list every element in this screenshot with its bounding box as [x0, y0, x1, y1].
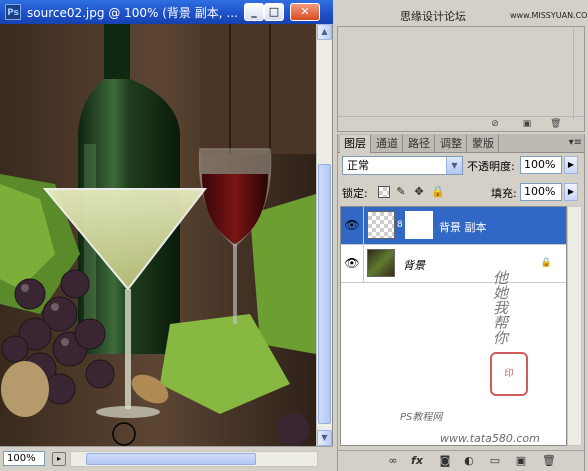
vertical-scroll-thumb[interactable]	[318, 164, 331, 424]
new-layer-icon[interactable]: ▣	[514, 454, 528, 468]
trash-icon[interactable]: 🗑	[550, 119, 561, 129]
horizontal-scroll-thumb[interactable]	[86, 453, 256, 465]
history-panel-footer: ⊘ ▣ 🗑	[338, 116, 584, 131]
opacity-slider-button[interactable]: ▶	[564, 156, 578, 174]
status-menu-icon[interactable]: ▸	[52, 452, 66, 466]
layer-style-icon[interactable]: fx	[410, 454, 424, 468]
tab-paths[interactable]: 路径	[404, 135, 435, 152]
close-button[interactable]: ✕	[290, 3, 320, 21]
row-divider	[363, 207, 364, 244]
add-mask-icon[interactable]: ◙	[438, 454, 452, 468]
lock-transparency-icon[interactable]	[378, 186, 390, 198]
new-snapshot-icon[interactable]: ⊘	[490, 119, 500, 129]
eye-icon[interactable]: 👁	[343, 216, 361, 234]
watermark-site-name: 思缘设计论坛	[400, 10, 466, 23]
canvas-horizontal-scrollbar[interactable]	[70, 451, 318, 467]
red-seal-stamp: 印	[490, 352, 528, 396]
new-group-icon[interactable]: ▭	[488, 454, 502, 468]
opacity-input[interactable]: 100%	[520, 156, 562, 174]
opacity-label: 不透明度:	[467, 160, 515, 173]
scroll-down-icon[interactable]: ▼	[317, 430, 332, 446]
tab-adjustments[interactable]: 调整	[436, 135, 467, 152]
watermark-tutorial-site: PS教程网	[400, 412, 443, 423]
restore-button[interactable]: □	[264, 3, 284, 21]
lock-all-icon[interactable]: 🔒	[431, 186, 445, 198]
delete-layer-icon[interactable]: 🗑	[542, 454, 556, 468]
link-chain-icon[interactable]: 8	[397, 220, 403, 230]
layer-name[interactable]: 背景 副本	[439, 219, 487, 235]
layer-mask-thumbnail[interactable]	[405, 211, 433, 239]
zoom-level-field[interactable]: 100%	[3, 451, 45, 466]
history-panel-scrollbar[interactable]	[573, 27, 584, 119]
panel-menu-icon[interactable]: ▾≡	[569, 137, 582, 148]
layer-row-background-copy[interactable]: 👁 8 背景 副本	[341, 207, 566, 245]
document-title-bar[interactable]: Ps source02.jpg @ 100% (背景 副本, ... _ □ ✕	[0, 0, 333, 24]
lock-brush-icon[interactable]: ✎	[395, 186, 407, 198]
blend-mode-value: 正常	[347, 159, 369, 172]
document-status-bar: 100% ▸	[0, 446, 333, 471]
layers-list-scrollbar[interactable]	[567, 206, 582, 446]
fill-label: 填充:	[491, 187, 517, 200]
handwritten-watermark: 他她我帮你	[491, 270, 509, 345]
watermark-tutorial-url: www.tata580.com	[440, 432, 540, 445]
image-canvas[interactable]	[0, 24, 316, 446]
tab-layers[interactable]: 图层	[340, 135, 371, 153]
canvas-vertical-scrollbar[interactable]: ▲ ▼	[316, 24, 332, 446]
fill-slider-button[interactable]: ▶	[564, 183, 578, 201]
eye-icon[interactable]: 👁	[343, 254, 361, 272]
lock-move-icon[interactable]: ✥	[413, 186, 425, 198]
lock-icon: 🔒	[540, 258, 552, 268]
layers-panel: 图层 通道 路径 调整 蒙版 ▾≡ 正常 ▼ 不透明度: 100% ▶ 锁定: …	[337, 134, 585, 471]
history-panel: ⊘ ▣ 🗑	[337, 26, 585, 132]
layer-thumbnail	[367, 211, 395, 239]
panel-tabs: 图层 通道 路径 调整 蒙版 ▾≡	[338, 134, 584, 153]
layer-row-background[interactable]: 👁 背景 🔒	[341, 245, 566, 283]
layer-name[interactable]: 背景	[403, 257, 425, 273]
tab-masks[interactable]: 蒙版	[468, 135, 499, 152]
layers-panel-footer: ∞ fx ◙ ◐ ▭ ▣ 🗑	[338, 450, 584, 471]
row-divider	[363, 245, 364, 282]
watermark-site-url: www.MISSYUAN.COM	[510, 11, 588, 20]
document-title: source02.jpg @ 100% (背景 副本, ...	[27, 6, 238, 20]
layer-thumbnail	[367, 249, 395, 277]
blend-mode-select[interactable]: 正常 ▼	[342, 156, 463, 175]
scroll-up-icon[interactable]: ▲	[317, 24, 332, 40]
lock-label: 锁定:	[342, 187, 368, 200]
document-window: Ps source02.jpg @ 100% (背景 副本, ... _ □ ✕	[0, 0, 333, 471]
link-layers-icon[interactable]: ∞	[386, 454, 400, 468]
fill-input[interactable]: 100%	[520, 183, 562, 201]
photoshop-app-icon: Ps	[5, 4, 21, 20]
layers-list: 👁 8 背景 副本 👁 背景 🔒	[340, 206, 567, 446]
wine-photo	[0, 24, 316, 446]
minimize-button[interactable]: _	[244, 3, 264, 21]
tab-channels[interactable]: 通道	[372, 135, 403, 152]
new-document-icon[interactable]: ▣	[522, 119, 532, 129]
adjustment-layer-icon[interactable]: ◐	[462, 454, 476, 468]
chevron-down-icon[interactable]: ▼	[446, 157, 462, 174]
